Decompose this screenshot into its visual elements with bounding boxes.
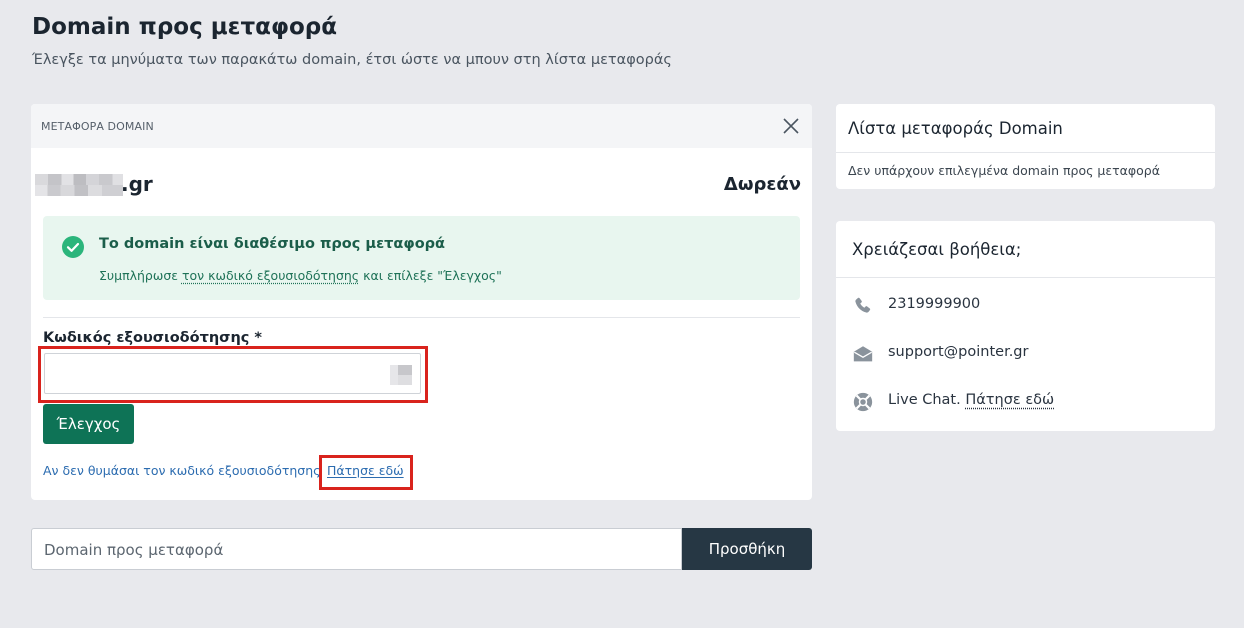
card-header-label: ΜΕΤΑΦΟΡΑ DOMAIN: [41, 120, 154, 133]
availability-title: Το domain είναι διαθέσιμο προς μεταφορά: [99, 236, 446, 252]
help-phone-text: 2319999900: [888, 296, 981, 312]
help-live-chat-text: Live Chat. Πάτησε εδώ: [888, 392, 1054, 408]
divider: [836, 152, 1215, 153]
card-header: ΜΕΤΑΦΟΡΑ DOMAIN: [31, 104, 812, 148]
forgot-link-highlight: Πάτησε εδώ: [319, 455, 413, 490]
help-email-text: support@pointer.gr: [888, 344, 1029, 360]
transfer-list-card: Λίστα μεταφοράς Domain Δεν υπάρχουν επιλ…: [836, 104, 1215, 189]
availability-instructions: Συμπλήρωσε τον κωδικό εξουσιοδότησης και…: [99, 268, 502, 283]
domain-tld: .gr: [121, 172, 153, 196]
transfer-list-empty: Δεν υπάρχουν επιλεγμένα domain προς μετα…: [848, 163, 1160, 178]
auth-code-label: Κωδικός εξουσιοδότησης *: [43, 330, 262, 346]
live-chat-label: Live Chat.: [888, 392, 966, 408]
check-button[interactable]: Έλεγχος: [43, 404, 134, 444]
forgot-auth-code-link[interactable]: Πάτησε εδώ: [327, 463, 404, 478]
check-circle-icon: [62, 236, 84, 258]
domain-transfer-placeholder: Domain προς μεταφορά: [44, 541, 224, 559]
auth-code-input[interactable]: [44, 353, 421, 394]
divider: [43, 317, 800, 318]
availability-status-box: Το domain είναι διαθέσιμο προς μεταφορά …: [43, 216, 800, 300]
domain-transfer-input[interactable]: Domain προς μεταφορά: [31, 528, 682, 570]
instructions-text-start: Συμπλήρωσε: [99, 268, 182, 283]
forgot-auth-code-text: Αν δεν θυμάσαι τον κωδικό εξουσιοδότησης: [43, 463, 321, 478]
domain-price: Δωρεάν: [723, 174, 801, 195]
domain-transfer-card: ΜΕΤΑΦΟΡΑ DOMAIN .gr Δωρεάν Το domain είν…: [31, 104, 812, 500]
redacted-input-content: [390, 365, 412, 385]
auth-code-highlight: [38, 346, 428, 403]
page-title: Domain προς μεταφορά: [32, 14, 338, 40]
add-domain-button[interactable]: Προσθήκη: [682, 528, 812, 570]
instructions-text-end: και επίλεξε "Έλεγχος": [359, 268, 502, 283]
domain-row: .gr Δωρεάν: [35, 172, 801, 198]
help-title: Χρειάζεσαι βοήθεια;: [852, 240, 1022, 259]
redacted-domain-name: [35, 174, 123, 196]
transfer-list-title: Λίστα μεταφοράς Domain: [848, 119, 1063, 138]
help-card: Χρειάζεσαι βοήθεια; 2319999900 support@p…: [836, 221, 1215, 431]
divider: [836, 277, 1215, 278]
auth-code-link[interactable]: τον κωδικό εξουσιοδότησης: [182, 268, 359, 283]
live-chat-link[interactable]: Πάτησε εδώ: [965, 392, 1054, 408]
page-subtitle: Έλεγξε τα μηνύματα των παρακάτω domain, …: [32, 52, 672, 68]
close-icon[interactable]: [782, 117, 800, 135]
